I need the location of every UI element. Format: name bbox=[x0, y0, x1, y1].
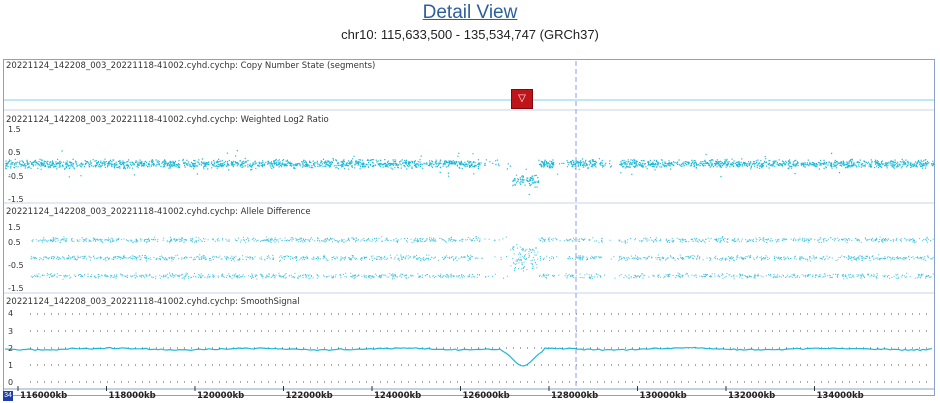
smooth-ytick: 3 bbox=[8, 327, 14, 336]
smooth-ytick: 0 bbox=[8, 378, 14, 387]
allele-track-label: 20221124_142208_003_20221118-41002.cyhd.… bbox=[6, 207, 311, 217]
axis-tick-label: 120000kb bbox=[197, 391, 245, 401]
axis-tick-label: 116000kb bbox=[20, 391, 68, 401]
allele-ytick: 0.5 bbox=[8, 238, 21, 247]
copy-number-track-label: 20221124_142208_003_20221118-41002.cyhd.… bbox=[6, 61, 376, 71]
log2-ytick: 1.5 bbox=[8, 125, 21, 134]
log2-ytick: -0.5 bbox=[8, 172, 24, 181]
axis-tick-label: 126000kb bbox=[462, 391, 510, 401]
axis-tick-label: 134000kb bbox=[816, 391, 864, 401]
smooth-signal-line bbox=[4, 346, 933, 367]
axis-tick-label: 118000kb bbox=[108, 391, 156, 401]
log2-track-label: 20221124_142208_003_20221118-41002.cyhd.… bbox=[6, 115, 329, 125]
smooth-ytick: 2 bbox=[8, 344, 14, 353]
allele-ytick: -1.5 bbox=[8, 284, 24, 293]
axis-tick-label: 128000kb bbox=[551, 391, 599, 401]
log2-points bbox=[5, 150, 935, 196]
allele-ytick: 1.5 bbox=[8, 223, 21, 232]
log2-ytick: 0.5 bbox=[8, 148, 21, 157]
axis-tick-label: 122000kb bbox=[285, 391, 333, 401]
smooth-ytick: 1 bbox=[8, 361, 14, 370]
smooth-ytick: 4 bbox=[8, 309, 14, 318]
chromosome-badge: 34 bbox=[3, 391, 13, 401]
allele-difference-points bbox=[30, 236, 934, 280]
smooth-track-label: 20221124_142208_003_20221118-41002.cyhd.… bbox=[6, 297, 300, 307]
allele-ytick: -0.5 bbox=[8, 261, 24, 270]
axis-tick-label: 130000kb bbox=[639, 391, 687, 401]
axis-tick-label: 124000kb bbox=[374, 391, 422, 401]
allele-points bbox=[30, 236, 934, 280]
copy-number-marker-icon[interactable]: ▽ bbox=[511, 89, 533, 109]
axis-tick-label: 132000kb bbox=[728, 391, 776, 401]
log2-ratio-points bbox=[5, 150, 935, 196]
log2-ytick: -1.5 bbox=[8, 195, 24, 204]
